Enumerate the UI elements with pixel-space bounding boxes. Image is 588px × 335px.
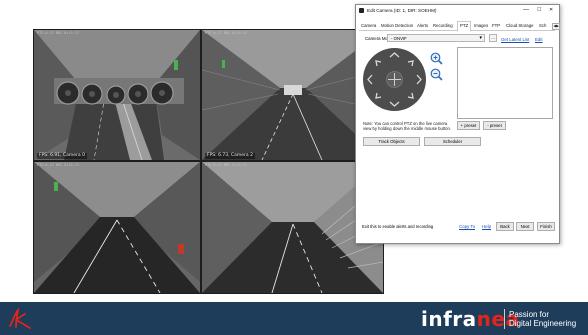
help-link[interactable]: Help: [482, 224, 491, 229]
add-preset-button[interactable]: + preset: [457, 121, 480, 130]
get-latest-list-link[interactable]: Get Latest List: [501, 37, 529, 42]
close-button[interactable]: ✕: [549, 6, 553, 14]
camera-grid: PTZ 0-17 REC 0:11:17 FPS: 6.91, Camera 0…: [33, 29, 384, 294]
camera-model-value: - ONVIF: [391, 36, 407, 41]
brand-tagline-line1: Passion for: [509, 310, 550, 319]
tab-scroll-arrows[interactable]: ◀▶: [552, 23, 561, 30]
next-button[interactable]: Next: [516, 222, 534, 231]
tab-ptz[interactable]: PTZ: [457, 21, 472, 32]
tab-alerts[interactable]: Alerts: [417, 23, 428, 28]
brand-footer-bar: infranea Passion for Digital Engineering: [0, 302, 588, 335]
dialog-titlebar[interactable]: Edit Camera (ID: 1, DIR: SOEHM) — ☐ ✕: [356, 5, 559, 16]
scheduler-button[interactable]: Scheduler: [424, 137, 481, 146]
tab-camera[interactable]: Camera: [361, 23, 376, 28]
tab-schedule[interactable]: Sch: [539, 23, 546, 28]
ptz-joystick[interactable]: [363, 48, 426, 111]
zoom-in-icon[interactable]: [430, 52, 443, 65]
tunnel-road-scene: [34, 162, 200, 293]
back-button[interactable]: Back: [496, 222, 514, 231]
chevron-down-icon: ▾: [479, 35, 482, 41]
brand-wordmark-part1: infra: [421, 307, 477, 331]
tab-strip: Camera Motion Detection Alerts Recording…: [359, 21, 561, 32]
footer-hint: Exit this to enable alerts and recording: [362, 224, 434, 229]
zoom-out-icon[interactable]: [430, 68, 443, 81]
tab-cloud-storage[interactable]: Cloud Storage: [506, 23, 533, 28]
brand-tagline-line2: Digital Engineering: [509, 319, 577, 328]
ptz-arrows-icon: [367, 52, 422, 107]
camera-model-select[interactable]: - ONVIF ▾: [387, 34, 485, 42]
more-button[interactable]: ...: [489, 34, 497, 42]
maximize-button[interactable]: ☐: [537, 6, 541, 14]
track-objects-button[interactable]: Track Objects: [363, 137, 420, 146]
tab-ftp[interactable]: FTP: [492, 23, 500, 28]
remove-preset-button[interactable]: - preset: [483, 121, 506, 130]
tab-images[interactable]: Images: [474, 23, 488, 28]
camera-timestamp: PTZ 0-17 REC 0:11:17: [205, 163, 248, 167]
tab-motion-detection[interactable]: Motion Detection: [381, 23, 413, 28]
tab-recording[interactable]: Recording: [433, 23, 453, 28]
copy-to-link[interactable]: Copy To: [459, 224, 475, 229]
brand-divider: [504, 309, 505, 329]
minimize-button[interactable]: —: [523, 6, 529, 14]
camera-status-label: FPS: 6.73, Camera 2: [205, 153, 255, 159]
tunnel-fans-scene: [34, 30, 200, 160]
camera-view-bottom-left[interactable]: PTZ 0-17 REC 0:11:17: [34, 162, 200, 293]
camera-view-0[interactable]: PTZ 0-17 REC 0:11:17 FPS: 6.91, Camera 0: [34, 30, 200, 160]
camera-timestamp: PTZ 0-17 REC 0:11:17: [37, 163, 80, 167]
preset-list[interactable]: [457, 47, 553, 119]
camera-timestamp: PTZ 0-17 REC 0:11:17: [205, 31, 248, 35]
dialog-title: Edit Camera (ID: 1, DIR: SOEHM): [367, 8, 437, 13]
edit-link[interactable]: Edit: [535, 37, 543, 42]
signature-logo-icon: [9, 307, 31, 329]
finish-button[interactable]: Finish: [537, 222, 555, 231]
app-icon: [359, 8, 364, 13]
ptz-note: Note: You can control PTZ on the live ca…: [363, 121, 451, 132]
camera-status-label: FPS: 6.91, Camera 0: [37, 153, 87, 159]
camera-timestamp: PTZ 0-17 REC 0:11:17: [37, 31, 80, 35]
